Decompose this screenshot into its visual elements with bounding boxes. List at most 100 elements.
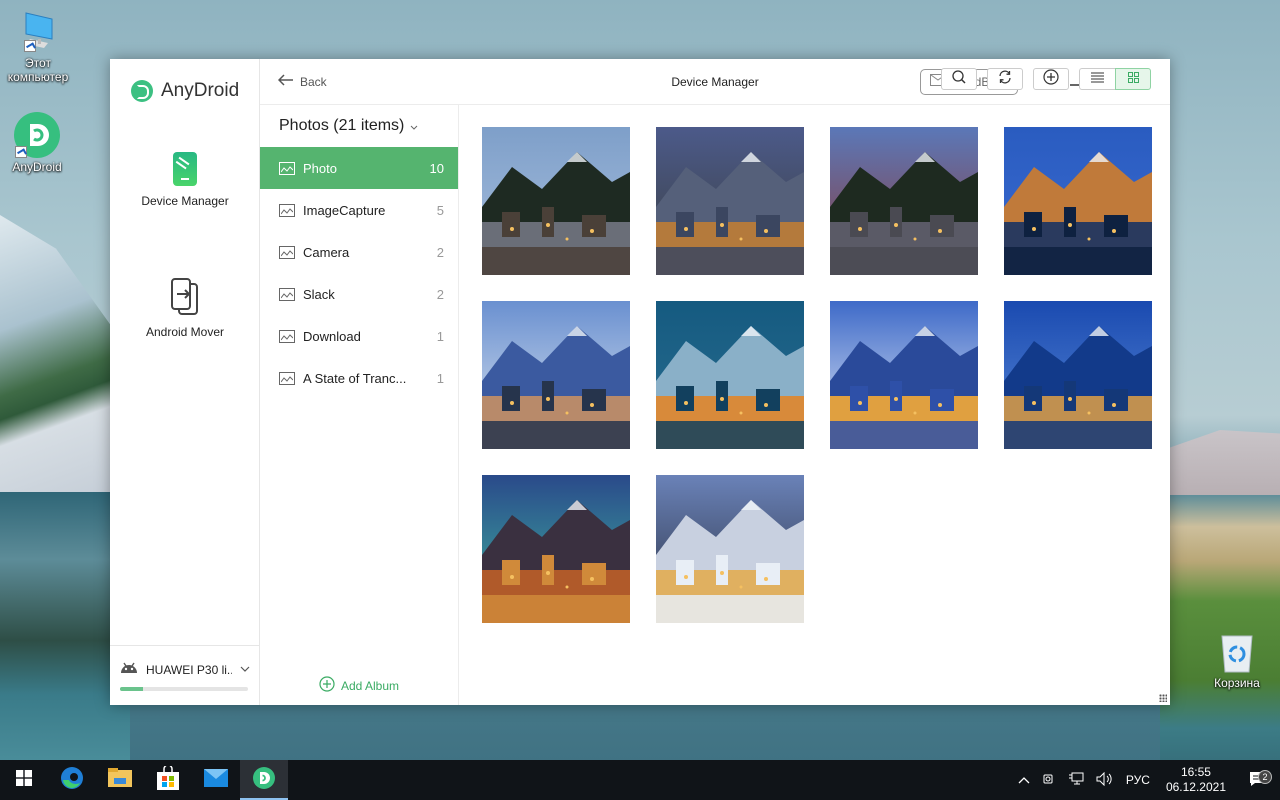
taskbar-microsoft-store[interactable] bbox=[144, 760, 192, 800]
wallpaper-hills bbox=[1160, 430, 1280, 500]
device-dropdown[interactable]: HUAWEI P30 li... bbox=[120, 660, 250, 679]
taskbar-start[interactable] bbox=[0, 760, 48, 800]
network-button[interactable] bbox=[1062, 772, 1090, 789]
clock-date: 06.12.2021 bbox=[1165, 780, 1226, 794]
image-icon bbox=[279, 371, 295, 385]
add-album-button[interactable]: Add Album bbox=[260, 676, 458, 695]
albums-header-title: Photos (21 items) bbox=[279, 117, 405, 134]
desktop-icon-this-pc[interactable]: Этот компьютер bbox=[0, 10, 78, 84]
android-mover-icon bbox=[167, 277, 203, 317]
album-name: ImageCapture bbox=[303, 202, 386, 218]
album-name: Camera bbox=[303, 244, 350, 260]
taskbar-file-explorer[interactable] bbox=[96, 760, 144, 800]
network-icon bbox=[1068, 772, 1084, 789]
image-icon bbox=[279, 287, 295, 301]
android-icon bbox=[120, 660, 138, 679]
brand-name: AnyDroid bbox=[161, 79, 240, 101]
album-item[interactable]: Photo 10 bbox=[260, 147, 458, 189]
photo-thumbnail[interactable] bbox=[1004, 301, 1152, 449]
refresh-button[interactable] bbox=[987, 68, 1023, 90]
album-item[interactable]: A State of Tranc... 1 bbox=[260, 357, 458, 399]
add-button[interactable] bbox=[1033, 68, 1069, 90]
desktop-icon-label: Этот компьютер bbox=[7, 56, 69, 84]
photo-thumbnail[interactable] bbox=[482, 301, 630, 449]
speaker-icon bbox=[1096, 771, 1114, 789]
photo-gallery bbox=[459, 68, 1170, 705]
image-icon bbox=[279, 245, 295, 259]
album-name: Photo bbox=[303, 160, 337, 176]
search-button[interactable] bbox=[941, 68, 977, 90]
system-tray: РУС 16:55 06.12.2021 2 bbox=[1012, 760, 1280, 800]
album-item[interactable]: ImageCapture 5 bbox=[260, 189, 458, 231]
gallery-toolbar bbox=[941, 68, 1151, 90]
taskbar-mail[interactable] bbox=[192, 760, 240, 800]
back-button[interactable]: Back bbox=[277, 74, 327, 89]
photo-thumbnail[interactable] bbox=[656, 301, 804, 449]
photo-thumbnail[interactable] bbox=[656, 127, 804, 275]
brand: AnyDroid bbox=[110, 59, 259, 109]
wallpaper-meadow bbox=[1160, 495, 1280, 760]
taskbar-anydroid[interactable] bbox=[240, 760, 288, 800]
nav-device-manager[interactable]: Device Manager bbox=[110, 152, 260, 208]
show-hidden-icons-button[interactable] bbox=[1012, 773, 1036, 787]
add-circle-icon bbox=[319, 676, 335, 695]
computer-icon bbox=[18, 10, 58, 54]
album-count: 2 bbox=[436, 286, 444, 302]
grid-view-icon bbox=[1127, 70, 1139, 88]
nav-label: Device Manager bbox=[141, 194, 229, 208]
photo-thumbnail[interactable] bbox=[1004, 127, 1152, 275]
photo-thumbnail[interactable] bbox=[482, 475, 630, 623]
mail-icon bbox=[204, 768, 228, 792]
clock[interactable]: 16:55 06.12.2021 bbox=[1156, 765, 1236, 795]
album-count: 10 bbox=[429, 160, 444, 176]
photo-thumbnail[interactable] bbox=[482, 127, 630, 275]
action-center-button[interactable]: 2 bbox=[1236, 769, 1280, 790]
list-view-button[interactable] bbox=[1079, 68, 1115, 90]
album-list: Photos (21 items) Photo 10 ImageCapture 5 Ca… bbox=[260, 105, 459, 705]
storage-bar-fill bbox=[120, 687, 144, 691]
add-icon bbox=[1043, 68, 1059, 90]
arrow-left-icon bbox=[277, 74, 294, 89]
clock-time: 16:55 bbox=[1180, 765, 1211, 779]
album-item[interactable]: Camera 2 bbox=[260, 231, 458, 273]
main-panel: Back Device Manager FeedBack Photos (21 … bbox=[260, 59, 1170, 705]
file-explorer-icon bbox=[108, 767, 132, 793]
album-name: A State of Tranc... bbox=[303, 370, 407, 386]
album-item[interactable]: Slack 2 bbox=[260, 273, 458, 315]
album-count: 5 bbox=[436, 202, 444, 218]
album-item[interactable]: Download 1 bbox=[260, 315, 458, 357]
resize-grip[interactable] bbox=[1159, 694, 1167, 702]
recycle-bin-icon bbox=[1219, 632, 1255, 674]
album-name: Slack bbox=[303, 286, 335, 302]
grid-view-button[interactable] bbox=[1115, 68, 1151, 90]
image-icon bbox=[279, 329, 295, 343]
list-view-icon bbox=[1091, 70, 1104, 88]
desktop-icon-recycle-bin[interactable]: Корзина bbox=[1197, 632, 1277, 690]
language-indicator[interactable]: РУС bbox=[1120, 773, 1156, 787]
image-icon bbox=[279, 161, 295, 175]
nav-label: Android Mover bbox=[145, 325, 225, 339]
meet-now-button[interactable] bbox=[1036, 772, 1062, 789]
volume-button[interactable] bbox=[1090, 771, 1120, 789]
nav-android-mover[interactable]: Android Mover bbox=[110, 277, 260, 339]
photo-thumbnail[interactable] bbox=[830, 301, 978, 449]
device-selector[interactable]: HUAWEI P30 li... bbox=[110, 645, 260, 705]
anydroid-icon bbox=[14, 112, 60, 158]
taskbar: РУС 16:55 06.12.2021 2 bbox=[0, 760, 1280, 800]
chevron-down-icon bbox=[240, 664, 250, 675]
storage-bar bbox=[120, 687, 248, 691]
photo-thumbnail[interactable] bbox=[830, 127, 978, 275]
chevron-up-icon bbox=[1018, 773, 1030, 787]
anydroid-logo-icon bbox=[131, 79, 153, 102]
photo-grid bbox=[482, 127, 1152, 623]
photo-thumbnail[interactable] bbox=[656, 475, 804, 623]
taskbar-edge[interactable] bbox=[48, 760, 96, 800]
album-count: 1 bbox=[436, 328, 444, 344]
album-count: 2 bbox=[436, 244, 444, 260]
albums-dropdown[interactable]: Photos (21 items) bbox=[260, 105, 458, 147]
anydroid-window: AnyDroid Device Manager Android Mover HU… bbox=[110, 59, 1170, 705]
desktop-icon-anydroid[interactable]: AnyDroid bbox=[0, 112, 77, 174]
language-label: РУС bbox=[1125, 773, 1150, 787]
chevron-down-icon bbox=[410, 117, 418, 135]
back-label: Back bbox=[300, 74, 327, 89]
